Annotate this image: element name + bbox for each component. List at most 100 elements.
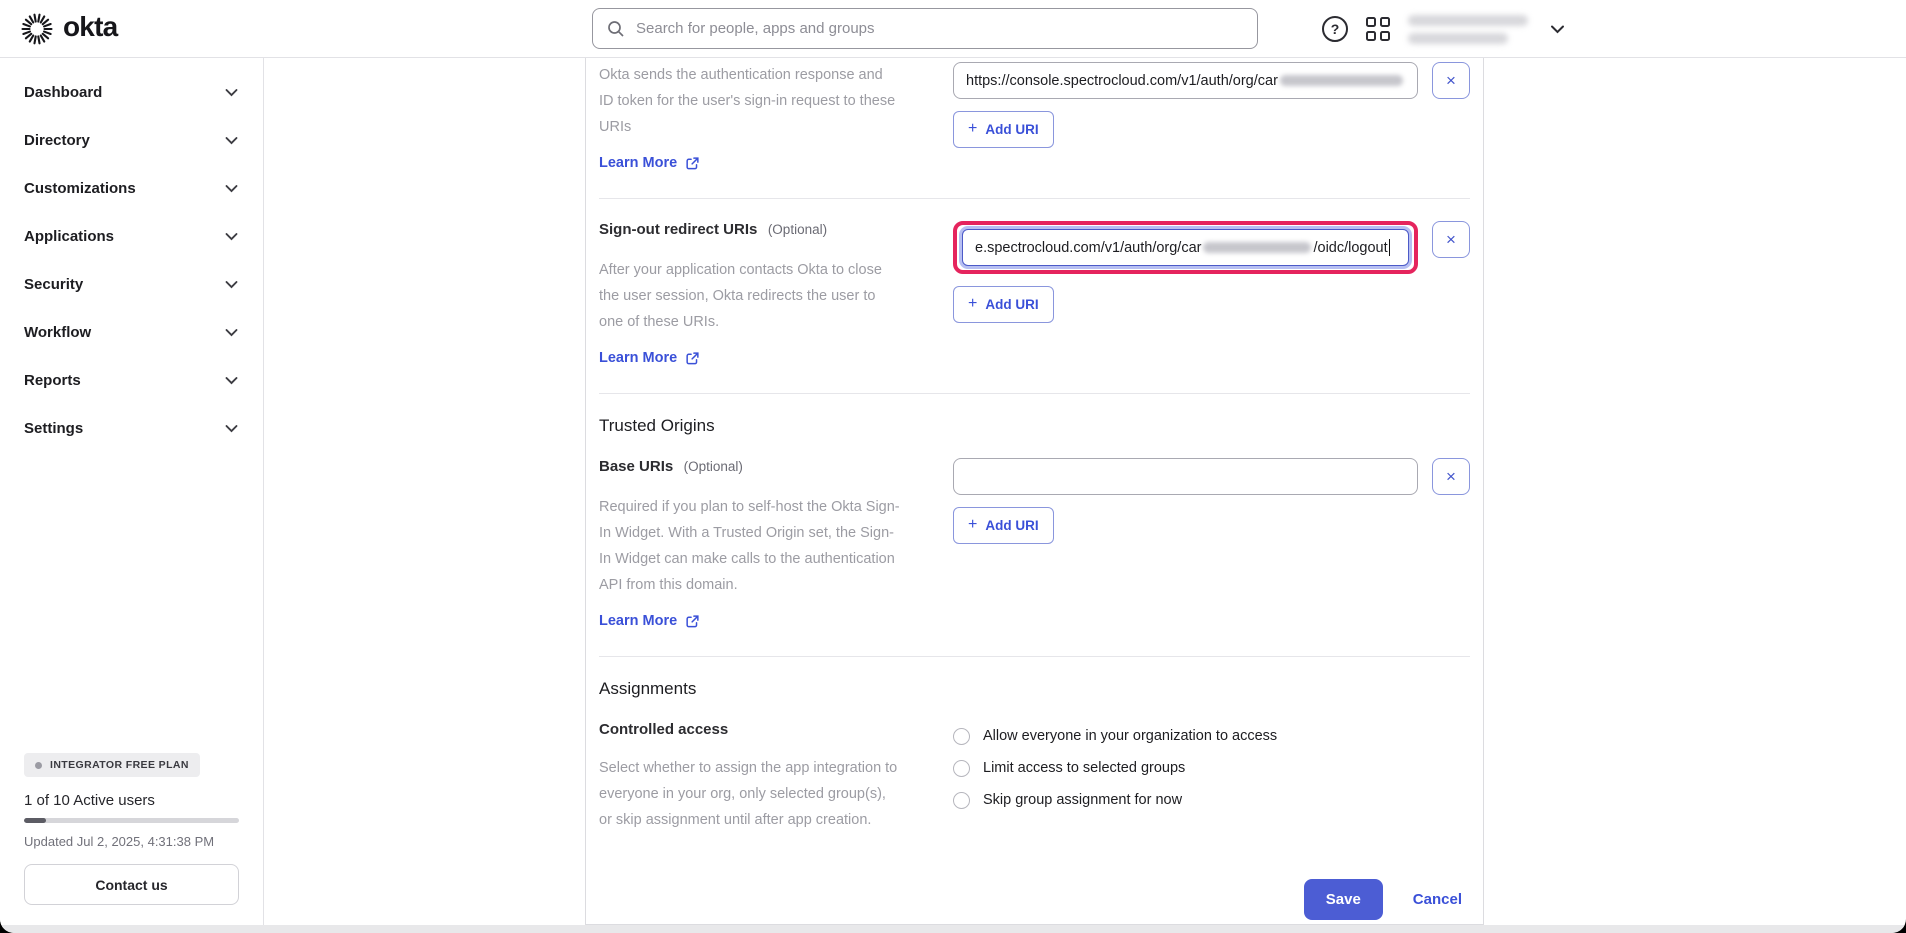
account-menu-button[interactable] bbox=[1546, 20, 1569, 38]
plan-usage-progress-fill bbox=[24, 818, 46, 823]
account-name-redacted[interactable] bbox=[1408, 15, 1528, 44]
optional-tag: (Optional) bbox=[684, 459, 743, 474]
click-annotation-highlight: e.spectrocloud.com/v1/auth/org/car /oidc… bbox=[953, 221, 1418, 274]
redacted-uri-segment bbox=[1280, 75, 1403, 86]
external-link-icon bbox=[685, 614, 700, 629]
chevron-down-icon bbox=[225, 88, 238, 97]
sidebar-item-dashboard[interactable]: Dashboard bbox=[0, 68, 263, 116]
window-bottom-strip bbox=[0, 925, 1906, 933]
plan-updated-timestamp: Updated Jul 2, 2025, 4:31:38 PM bbox=[24, 834, 239, 849]
chevron-down-icon bbox=[225, 424, 238, 433]
redacted-text-bar bbox=[1408, 15, 1528, 26]
section-divider bbox=[599, 393, 1470, 394]
controlled-access-description: Select whether to assign the app integra… bbox=[599, 755, 899, 833]
help-icon[interactable]: ? bbox=[1322, 16, 1348, 42]
controlled-access-label: Controlled access bbox=[599, 721, 728, 738]
save-button[interactable]: Save bbox=[1304, 879, 1383, 920]
redacted-uri-segment bbox=[1203, 242, 1311, 253]
sidebar-item-customizations[interactable]: Customizations bbox=[0, 164, 263, 212]
header-actions: ? bbox=[1322, 0, 1569, 58]
okta-wordmark: okta bbox=[63, 13, 117, 45]
signout-field-label: Sign-out redirect URIs bbox=[599, 221, 757, 238]
plan-panel: INTEGRATOR FREE PLAN 1 of 10 Active user… bbox=[24, 753, 239, 905]
chevron-down-icon bbox=[225, 232, 238, 241]
base-uris-label: Base URIs bbox=[599, 458, 673, 475]
plan-status-dot-icon bbox=[35, 762, 42, 769]
base-uris-label-row: Base URIs (Optional) bbox=[599, 458, 919, 476]
signin-learn-more-link[interactable]: Learn More bbox=[599, 155, 700, 171]
plus-icon: + bbox=[968, 298, 977, 311]
chevron-down-icon bbox=[225, 376, 238, 385]
radio-button-icon[interactable] bbox=[953, 792, 970, 809]
assignments-heading: Assignments bbox=[599, 679, 1470, 699]
sidebar-item-reports[interactable]: Reports bbox=[0, 356, 263, 404]
controlled-access-options: Allow everyone in your organization to a… bbox=[953, 721, 1470, 813]
radio-button-icon[interactable] bbox=[953, 728, 970, 745]
top-header: okta ? bbox=[0, 0, 1906, 58]
base-uris-description: Required if you plan to self-host the Ok… bbox=[599, 494, 904, 598]
base-uris-row: Base URIs (Optional) Required if you pla… bbox=[599, 458, 1470, 630]
signin-redirect-description: Okta sends the authentication response a… bbox=[599, 62, 899, 140]
external-link-icon bbox=[685, 156, 700, 171]
plan-usage-progress bbox=[24, 818, 239, 823]
controlled-access-row: Controlled access Select whether to assi… bbox=[599, 721, 1470, 833]
sidebar-item-security[interactable]: Security bbox=[0, 260, 263, 308]
add-signin-uri-button[interactable]: + Add URI bbox=[953, 111, 1054, 148]
chevron-down-icon bbox=[225, 184, 238, 193]
add-base-uri-button[interactable]: + Add URI bbox=[953, 507, 1054, 544]
chevron-down-icon bbox=[225, 280, 238, 289]
plan-usage-text: 1 of 10 Active users bbox=[24, 792, 239, 809]
uri-text: /oidc/logout bbox=[1313, 240, 1387, 256]
radio-option-limit-groups[interactable]: Limit access to selected groups bbox=[953, 755, 1470, 781]
base-uris-learn-more-link[interactable]: Learn More bbox=[599, 613, 700, 629]
radio-option-allow-everyone[interactable]: Allow everyone in your organization to a… bbox=[953, 723, 1470, 749]
plan-badge: INTEGRATOR FREE PLAN bbox=[24, 753, 200, 777]
app-settings-form: Okta sends the authentication response a… bbox=[585, 58, 1484, 925]
global-search[interactable] bbox=[592, 8, 1258, 49]
uri-text: e.spectrocloud.com/v1/auth/org/car bbox=[975, 240, 1201, 256]
okta-brand[interactable]: okta bbox=[20, 12, 117, 46]
chevron-down-icon bbox=[225, 136, 238, 145]
radio-option-skip-assignment[interactable]: Skip group assignment for now bbox=[953, 787, 1470, 813]
plus-icon: + bbox=[968, 519, 977, 532]
signout-field-label-row: Sign-out redirect URIs (Optional) bbox=[599, 221, 919, 239]
redacted-text-bar bbox=[1408, 33, 1508, 44]
optional-tag: (Optional) bbox=[768, 222, 827, 237]
section-divider bbox=[599, 656, 1470, 657]
add-signout-uri-button[interactable]: + Add URI bbox=[953, 286, 1054, 323]
signout-description: After your application contacts Okta to … bbox=[599, 257, 899, 335]
plan-badge-label: INTEGRATOR FREE PLAN bbox=[50, 759, 189, 771]
signin-redirect-uri-input[interactable]: https://console.spectrocloud.com/v1/auth… bbox=[953, 62, 1418, 99]
apps-grid-icon[interactable] bbox=[1366, 17, 1390, 41]
sidebar: Dashboard Directory Customizations Appli… bbox=[0, 58, 264, 925]
uri-text: https://console.spectrocloud.com/v1/auth… bbox=[966, 73, 1278, 89]
chevron-down-icon bbox=[1550, 24, 1565, 34]
contact-us-button[interactable]: Contact us bbox=[24, 864, 239, 905]
trusted-origins-heading: Trusted Origins bbox=[599, 416, 1470, 436]
cancel-button[interactable]: Cancel bbox=[1413, 891, 1462, 908]
sidebar-nav: Dashboard Directory Customizations Appli… bbox=[0, 58, 263, 452]
form-footer: Save Cancel bbox=[599, 879, 1470, 920]
sidebar-item-workflow[interactable]: Workflow bbox=[0, 308, 263, 356]
remove-uri-button[interactable]: × bbox=[1432, 221, 1470, 258]
search-input[interactable] bbox=[636, 20, 1243, 37]
signout-redirect-uri-input[interactable]: e.spectrocloud.com/v1/auth/org/car /oidc… bbox=[962, 229, 1409, 266]
search-icon bbox=[607, 20, 625, 38]
signout-learn-more-link[interactable]: Learn More bbox=[599, 350, 700, 366]
radio-button-icon[interactable] bbox=[953, 760, 970, 777]
okta-logo-icon bbox=[20, 12, 54, 46]
okta-admin-window: okta ? Dashboard Directory Customization… bbox=[0, 0, 1906, 933]
base-uri-input[interactable] bbox=[953, 458, 1418, 495]
chevron-down-icon bbox=[225, 328, 238, 337]
external-link-icon bbox=[685, 351, 700, 366]
sidebar-item-settings[interactable]: Settings bbox=[0, 404, 263, 452]
plus-icon: + bbox=[968, 123, 977, 136]
remove-uri-button[interactable]: × bbox=[1432, 62, 1470, 99]
remove-uri-button[interactable]: × bbox=[1432, 458, 1470, 495]
text-cursor bbox=[1389, 239, 1391, 256]
sidebar-item-applications[interactable]: Applications bbox=[0, 212, 263, 260]
signout-redirect-row: Sign-out redirect URIs (Optional) After … bbox=[599, 221, 1470, 367]
sidebar-item-directory[interactable]: Directory bbox=[0, 116, 263, 164]
section-divider bbox=[599, 198, 1470, 199]
signin-redirect-row: Okta sends the authentication response a… bbox=[599, 62, 1470, 172]
